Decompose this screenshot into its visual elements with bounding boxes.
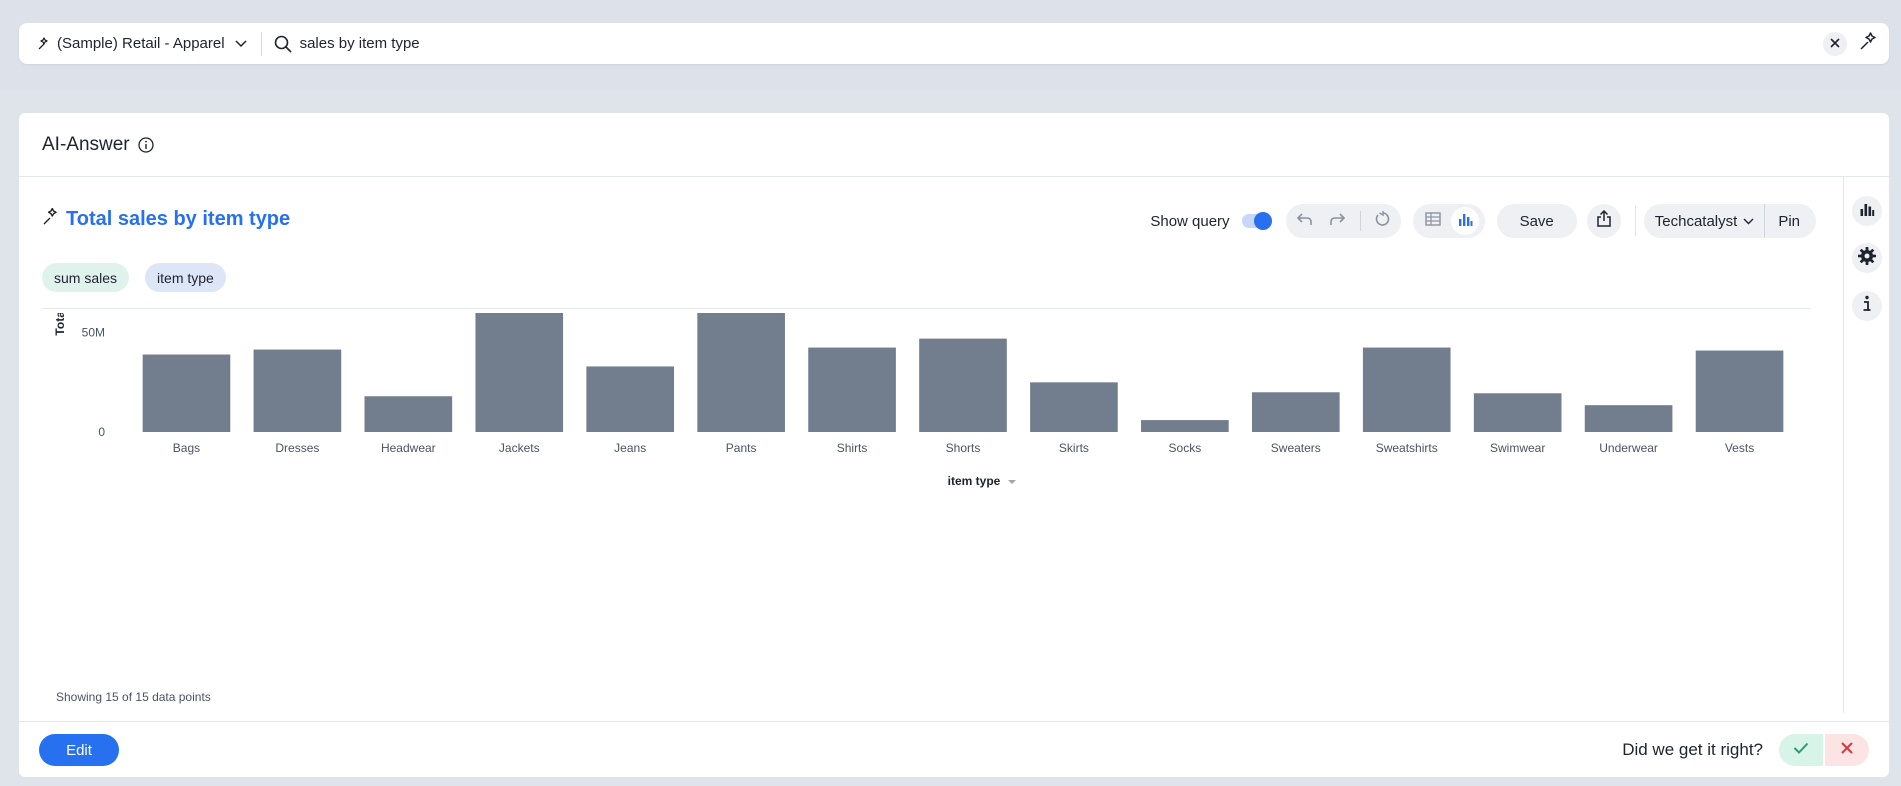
x-tick-label: Dresses <box>275 441 319 455</box>
bar-jackets[interactable] <box>475 313 564 432</box>
y-tick-label: 0 <box>98 425 105 439</box>
answer-toolbar: Show query Save Techcatalyst Pin <box>1150 204 1816 238</box>
bar-dresses[interactable] <box>253 349 342 432</box>
chevron-down-icon <box>235 39 247 48</box>
reset-icon[interactable] <box>1375 210 1391 232</box>
y-axis-label[interactable]: Total sales <box>53 313 67 336</box>
close-icon <box>1841 741 1853 759</box>
measure-chip[interactable]: sum sales <box>42 263 130 292</box>
query-chips: sum sales item type <box>42 263 226 292</box>
ai-search-button[interactable] <box>1855 31 1881 57</box>
bar-sweatshirts[interactable] <box>1362 347 1451 432</box>
share-icon <box>1596 209 1612 233</box>
card-header: AI-Answer <box>19 113 1889 177</box>
card-footer: Edit Did we get it right? <box>19 721 1889 777</box>
divider <box>1634 206 1636 236</box>
x-tick-label: Swimwear <box>1490 441 1545 455</box>
bar-vests[interactable] <box>1695 350 1784 432</box>
undo-icon[interactable] <box>1296 211 1314 232</box>
show-query-toggle[interactable] <box>1241 212 1272 230</box>
y-tick-label: 50M <box>82 326 105 340</box>
bar-chart: 050M100M150MTotal salesBagsDressesHeadwe… <box>53 313 1784 488</box>
bar-shorts[interactable] <box>919 338 1007 432</box>
bar-skirts[interactable] <box>1030 382 1118 432</box>
search-bar[interactable]: (Sample) Retail - Apparel sales by item … <box>19 23 1889 64</box>
divider <box>1359 211 1361 231</box>
share-button[interactable] <box>1586 204 1621 238</box>
org-select-label: Techcatalyst <box>1654 212 1738 230</box>
table-icon <box>1424 211 1441 232</box>
info-icon <box>1862 295 1872 318</box>
bar-headwear[interactable] <box>364 396 453 432</box>
answer-card: AI-Answer Total sales by item type Show … <box>19 113 1889 777</box>
save-button[interactable]: Save <box>1496 204 1577 238</box>
x-axis-label[interactable]: item type <box>948 474 1001 488</box>
toggle-knob <box>1253 212 1272 230</box>
check-icon <box>1793 741 1809 759</box>
info-icon[interactable] <box>137 136 154 153</box>
view-toggle <box>1412 204 1485 238</box>
bar-jeans[interactable] <box>586 366 675 432</box>
bar-underwear[interactable] <box>1584 405 1673 432</box>
edit-button[interactable]: Edit <box>39 734 119 766</box>
x-tick-label: Sweaters <box>1271 441 1321 455</box>
bar-socks[interactable] <box>1141 420 1229 432</box>
bar-chart-icon <box>1457 211 1473 232</box>
card-title: AI-Answer <box>42 133 130 155</box>
gear-icon <box>1857 246 1877 271</box>
feedback-question: Did we get it right? <box>1622 740 1763 759</box>
x-tick-label: Socks <box>1169 441 1202 455</box>
x-tick-label: Skirts <box>1059 441 1089 455</box>
redo-icon[interactable] <box>1328 211 1346 232</box>
data-points-note: Showing 15 of 15 data points <box>56 690 211 704</box>
clear-search-button[interactable] <box>1823 32 1847 56</box>
divider <box>42 308 1810 309</box>
datasource-select[interactable]: (Sample) Retail - Apparel <box>19 31 262 56</box>
x-tick-label: Shirts <box>837 441 868 455</box>
org-select[interactable]: Techcatalyst <box>1644 204 1766 238</box>
x-tick-label: Jackets <box>499 441 540 455</box>
sage-icon <box>42 207 58 231</box>
search-icon <box>274 35 292 53</box>
x-tick-label: Vests <box>1725 441 1754 455</box>
feedback-yes-button[interactable] <box>1779 734 1823 766</box>
x-tick-label: Underwear <box>1599 441 1658 455</box>
x-tick-label: Pants <box>726 441 757 455</box>
chart-config-button[interactable] <box>1852 196 1882 226</box>
feedback-no-button[interactable] <box>1825 734 1869 766</box>
answer-title[interactable]: Total sales by item type <box>66 208 290 231</box>
chevron-down-icon <box>1743 218 1754 225</box>
feedback-bar: Did we get it right? <box>1622 734 1869 766</box>
bar-shirts[interactable] <box>808 347 896 432</box>
bar-bags[interactable] <box>142 354 231 432</box>
org-pin-group: Techcatalyst Pin <box>1643 204 1816 238</box>
attribute-chip[interactable]: item type <box>145 263 226 292</box>
x-tick-label: Shorts <box>946 441 981 455</box>
settings-button[interactable] <box>1852 243 1882 273</box>
bar-pants[interactable] <box>697 313 785 432</box>
table-view-button[interactable] <box>1419 207 1447 235</box>
bar-sweaters[interactable] <box>1251 392 1340 432</box>
pin-button[interactable]: Pin <box>1765 213 1816 230</box>
x-tick-label: Sweatshirts <box>1376 441 1438 455</box>
show-query-label: Show query <box>1150 212 1230 230</box>
right-rail <box>1843 177 1889 713</box>
close-icon <box>1830 35 1840 53</box>
chart-view-button[interactable] <box>1450 207 1479 235</box>
sage-icon <box>35 36 49 51</box>
feedback-buttons <box>1779 734 1869 766</box>
search-input[interactable]: sales by item type <box>300 35 420 52</box>
details-button[interactable] <box>1852 291 1882 321</box>
x-tick-label: Headwear <box>381 441 436 455</box>
x-axis-caret-icon[interactable] <box>1008 480 1016 484</box>
bar-swimwear[interactable] <box>1473 393 1562 432</box>
x-tick-label: Jeans <box>614 441 646 455</box>
top-band: (Sample) Retail - Apparel sales by item … <box>0 0 1901 89</box>
bar-chart-icon <box>1859 201 1875 222</box>
answer-title-row: Total sales by item type <box>42 207 290 231</box>
sage-sparkle-icon <box>1858 31 1878 57</box>
x-tick-label: Bags <box>173 441 200 455</box>
datasource-label: (Sample) Retail - Apparel <box>57 35 225 52</box>
history-controls <box>1285 204 1401 238</box>
